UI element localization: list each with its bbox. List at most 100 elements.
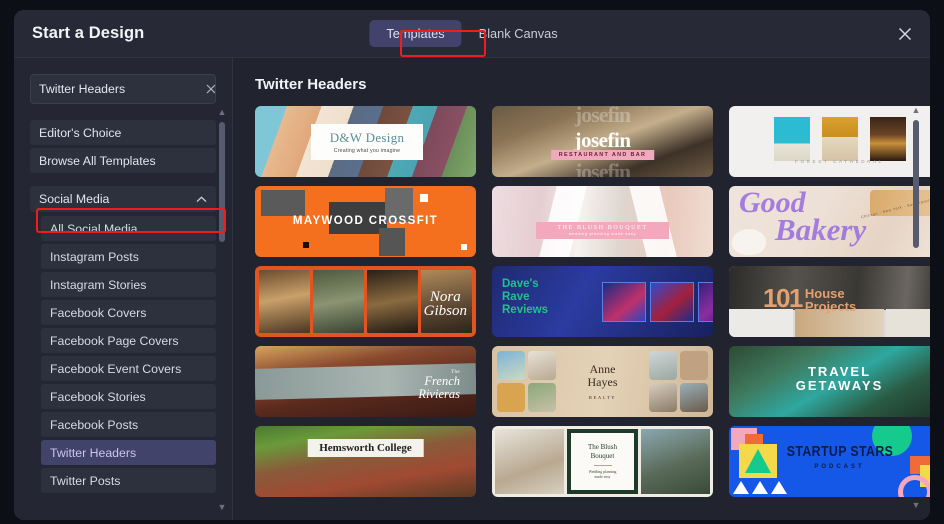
template-photo [869, 116, 906, 161]
template-photo [528, 383, 556, 412]
template-title: THE BLUSH BOUQUET [557, 225, 648, 231]
sidebar-item-all-social-media[interactable]: All Social Media [41, 216, 216, 241]
sidebar-item-facebook-event-covers[interactable]: Facebook Event Covers [41, 356, 216, 381]
template-card-101-house-projects[interactable]: 101 House Projects [729, 266, 930, 337]
template-title: TRAVEL [807, 364, 872, 379]
template-label-block: Anne Hayes REALTY [559, 363, 646, 400]
template-photo [698, 282, 713, 322]
gallery-scrollbar[interactable]: ▲ ▼ [910, 104, 922, 512]
template-photo [259, 270, 310, 333]
template-photo-col [528, 351, 556, 412]
template-subtitle: GETAWAYS [795, 378, 884, 394]
template-title: STARTUP STARS [786, 443, 893, 460]
template-ghost-title-bottom: josefin [574, 159, 631, 177]
page-title: Start a Design [32, 24, 145, 42]
template-label-block: The French Rivieras [418, 370, 460, 401]
template-subtitle: FOREST CATHEDRAL [795, 159, 884, 164]
sidebar-scrollbar[interactable]: ▲ ▼ [216, 106, 228, 514]
template-card-nora-gibson[interactable]: Nora Gibson [255, 266, 476, 337]
template-label-block: The Blush Bouquet Wedding planning made ea… [566, 429, 639, 494]
close-icon[interactable] [894, 23, 916, 45]
search-box[interactable] [30, 74, 216, 104]
template-title: Dave's Rave Reviews [502, 278, 549, 316]
template-label-block: TRAVEL GETAWAYS [795, 364, 884, 394]
template-subtitle: Bakery [775, 212, 867, 247]
sidebar-item-twitter-headers[interactable]: Twitter Headers [41, 440, 216, 465]
scroll-down-icon[interactable]: ▼ [218, 501, 227, 514]
decor-bowl [732, 229, 766, 255]
template-subtitle: RESTAURANT AND BAR [550, 150, 655, 160]
sidebar-scrollbar-thumb[interactable] [219, 122, 225, 242]
template-grid: D&W Design Creating what you imagine jos… [255, 106, 930, 497]
template-photo [641, 429, 711, 494]
template-label-block: 101 House Projects [763, 285, 857, 315]
template-card-blush-bouquet-card[interactable]: The Blush Bouquet Wedding planning made ea… [492, 426, 713, 497]
start-a-design-modal: Start a Design Templates Blank Canvas Tw… [14, 10, 930, 520]
template-card-maywood-crossfit[interactable]: MAYWOOD CROSSFIT [255, 186, 476, 257]
scroll-down-icon[interactable]: ▼ [912, 499, 921, 512]
template-card-josefin[interactable]: josefin josefin josefin RESTAURANT AND B… [492, 106, 713, 177]
scroll-up-icon[interactable]: ▲ [218, 106, 227, 119]
template-thumbnail [255, 426, 476, 497]
template-photo [528, 351, 556, 380]
template-subtitle: Rivieras [418, 386, 460, 401]
sidebar-item-facebook-page-covers[interactable]: Facebook Page Covers [41, 328, 216, 353]
search-input[interactable] [31, 82, 206, 96]
template-card-french-rivieras[interactable]: The French Rivieras [255, 346, 476, 417]
chevron-up-icon [196, 192, 207, 206]
tab-blank-canvas[interactable]: Blank Canvas [462, 20, 575, 47]
divider [593, 464, 612, 466]
template-thumbnail: The Blush Bouquet Wedding planning made ea… [492, 426, 713, 497]
template-subtitle: Wedding planning made easy [588, 469, 617, 479]
sidebar-item-browse-all-templates[interactable]: Browse All Templates [30, 148, 216, 173]
sidebar-item-editors-choice[interactable]: Editor's Choice [30, 120, 216, 145]
template-title: House [804, 286, 845, 301]
tab-templates[interactable]: Templates [369, 20, 462, 47]
template-photo [821, 116, 858, 161]
template-photo [680, 383, 708, 412]
template-title: Nora [429, 289, 461, 305]
template-photo [680, 351, 708, 380]
sidebar-item-twitter-posts[interactable]: Twitter Posts [41, 468, 216, 493]
clear-search-icon[interactable] [206, 75, 215, 103]
template-card-hemsworth-college[interactable]: Hemsworth College [255, 426, 476, 497]
template-photo [602, 282, 646, 322]
template-title: D&W Design [329, 130, 405, 145]
template-card-daves-rave-reviews[interactable]: Dave's Rave Reviews [492, 266, 713, 337]
sidebar-section-social-media[interactable]: Social Media [30, 186, 216, 212]
template-card-anne-hayes-realty[interactable]: Anne Hayes REALTY [492, 346, 713, 417]
template-photo [497, 383, 525, 412]
template-card-travel-getaways[interactable]: TRAVEL GETAWAYS [729, 346, 930, 417]
template-card-blush-bouquet-banner[interactable]: THE BLUSH BOUQUET wedding planning made … [492, 186, 713, 257]
template-title: MAYWOOD CROSSFIT [292, 215, 439, 227]
decor-block [461, 244, 467, 250]
template-card-startup-stars-podcast[interactable]: STARTUP STARS PODCAST [729, 426, 930, 497]
template-subtitle: PODCAST [814, 464, 865, 470]
sidebar-item-facebook-posts[interactable]: Facebook Posts [41, 412, 216, 437]
tab-bar: Templates Blank Canvas [369, 20, 574, 47]
template-title: Hemsworth College [319, 442, 412, 454]
template-subtitle: Projects [804, 299, 857, 315]
sidebar-item-instagram-posts[interactable]: Instagram Posts [41, 244, 216, 269]
template-photo [497, 351, 525, 380]
decor-block [303, 242, 309, 248]
decor-block [379, 228, 405, 256]
template-label-block: D&W Design Creating what you imagine [311, 124, 423, 160]
gallery-heading: Twitter Headers [255, 76, 367, 93]
template-photo [650, 282, 694, 322]
sidebar-section-label: Social Media [39, 192, 110, 206]
gallery-scrollbar-thumb[interactable] [913, 120, 919, 248]
template-signature: Nora Gibson [424, 289, 467, 319]
scroll-up-icon[interactable]: ▲ [912, 104, 921, 117]
sidebar-item-facebook-stories[interactable]: Facebook Stories [41, 384, 216, 409]
template-card-dw-design[interactable]: D&W Design Creating what you imagine [255, 106, 476, 177]
sidebar-item-facebook-covers[interactable]: Facebook Covers [41, 300, 216, 325]
template-photo [649, 383, 677, 412]
decor-block [420, 194, 428, 202]
template-card-forest-cathedral[interactable]: FOREST CATHEDRAL [729, 106, 930, 177]
template-subtitle: wedding planning made easy [568, 232, 637, 236]
template-card-good-bakery[interactable]: Chicago - New York - San Francisco Good … [729, 186, 930, 257]
template-subtitle: Creating what you imagine [333, 148, 401, 154]
sidebar-item-instagram-stories[interactable]: Instagram Stories [41, 272, 216, 297]
template-title: French [424, 374, 460, 388]
